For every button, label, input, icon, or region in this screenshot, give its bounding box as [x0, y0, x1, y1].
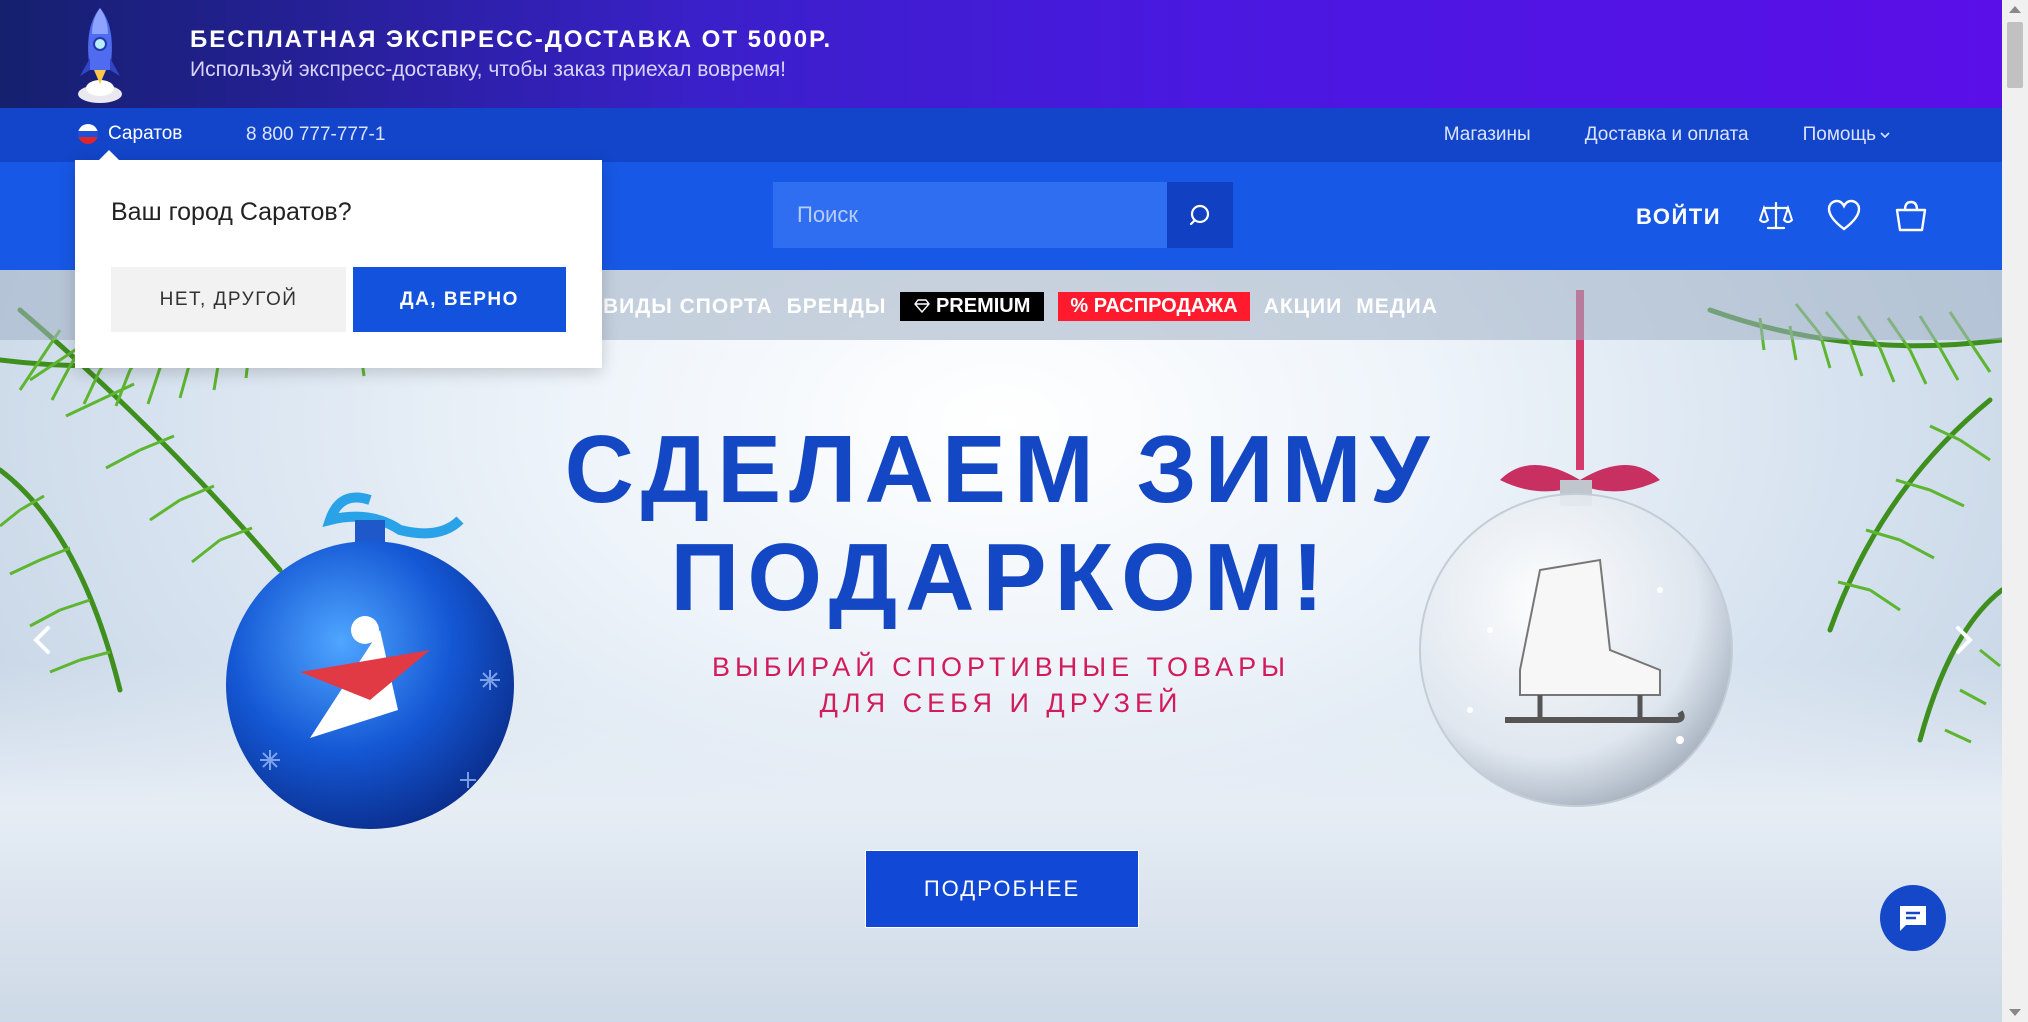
- rocket-icon: [78, 8, 122, 103]
- heart-icon[interactable]: [1826, 198, 1862, 234]
- slider-next-arrow-icon[interactable]: [1948, 620, 1978, 660]
- city-label: Саратов: [108, 123, 183, 144]
- diamond-icon: [914, 299, 931, 314]
- phone-link[interactable]: 8 800 777-777-1: [246, 124, 385, 146]
- stores-link[interactable]: Магазины: [1444, 124, 1531, 146]
- hero-banner[interactable]: ВИДЫ СПОРТА БРЕНДЫ PREMIUM % РАСПРОДАЖА …: [0, 270, 2002, 1022]
- page-scrollbar[interactable]: [2002, 0, 2028, 1022]
- compare-scales-icon[interactable]: [1758, 198, 1794, 234]
- nav-brands[interactable]: БРЕНДЫ: [787, 295, 887, 319]
- hero-tagline-line2: ДЛЯ СЕБЯ И ДРУЗЕЙ: [819, 688, 1183, 718]
- chat-button[interactable]: [1880, 885, 1946, 951]
- help-menu[interactable]: Помощь: [1803, 124, 1890, 146]
- search-icon: [1189, 204, 1210, 226]
- cart-bag-icon[interactable]: [1893, 198, 1929, 234]
- promo-title: БЕСПЛАТНАЯ ЭКСПРЕСС-ДОСТАВКА ОТ 5000Р.: [190, 26, 833, 53]
- chat-bubble-icon: [1900, 906, 1926, 931]
- top-links: Магазины Доставка и оплата Помощь: [1444, 124, 1890, 146]
- city-selector[interactable]: Саратов: [78, 123, 182, 145]
- city-confirm-popup: Ваш город Саратов? НЕТ, ДРУГОЙ ДА, ВЕРНО: [75, 150, 602, 368]
- login-button[interactable]: ВОЙТИ: [1636, 204, 1721, 230]
- search-button[interactable]: [1167, 182, 1233, 248]
- top-bar: Саратов 8 800 777-777-1 Магазины Доставк…: [0, 108, 2002, 162]
- scroll-thumb[interactable]: [2007, 22, 2023, 88]
- search-bar: [773, 182, 1233, 248]
- scroll-down-arrow-icon[interactable]: [2009, 1009, 2021, 1016]
- more-button[interactable]: ПОДРОБНЕЕ: [865, 850, 1139, 928]
- slider-prev-arrow-icon[interactable]: [28, 620, 58, 660]
- nav-premium-label: PREMIUM: [935, 295, 1031, 317]
- promo-banner[interactable]: БЕСПЛАТНАЯ ЭКСПРЕСС-ДОСТАВКА ОТ 5000Р. И…: [0, 0, 2002, 108]
- russia-flag-icon: [78, 124, 98, 144]
- promo-subtitle: Используй экспресс-доставку, чтобы заказ…: [190, 58, 786, 81]
- city-no-button[interactable]: НЕТ, ДРУГОЙ: [111, 267, 346, 332]
- city-yes-button[interactable]: ДА, ВЕРНО: [353, 267, 566, 332]
- hero-tagline-line1: ВЫБИРАЙ СПОРТИВНЫЕ ТОВАРЫ: [712, 652, 1290, 682]
- hero-headline-line1: СДЕЛАЕМ ЗИМУ: [564, 416, 1438, 523]
- hero-headline-line2: ПОДАРКОМ!: [670, 524, 1332, 631]
- scroll-up-arrow-icon[interactable]: [2009, 6, 2021, 13]
- nav-sports[interactable]: ВИДЫ СПОРТА: [603, 295, 773, 319]
- nav-sale[interactable]: % РАСПРОДАЖА: [1058, 292, 1250, 321]
- help-label: Помощь: [1802, 124, 1876, 145]
- nav-promos[interactable]: АКЦИИ: [1264, 295, 1343, 319]
- delivery-link[interactable]: Доставка и оплата: [1585, 124, 1749, 146]
- chevron-down-icon: [1880, 132, 1890, 139]
- city-confirm-question: Ваш город Саратов?: [111, 198, 352, 226]
- nav-media[interactable]: МЕДИА: [1356, 295, 1438, 319]
- nav-premium[interactable]: PREMIUM: [900, 292, 1045, 321]
- search-input[interactable]: [773, 182, 1167, 248]
